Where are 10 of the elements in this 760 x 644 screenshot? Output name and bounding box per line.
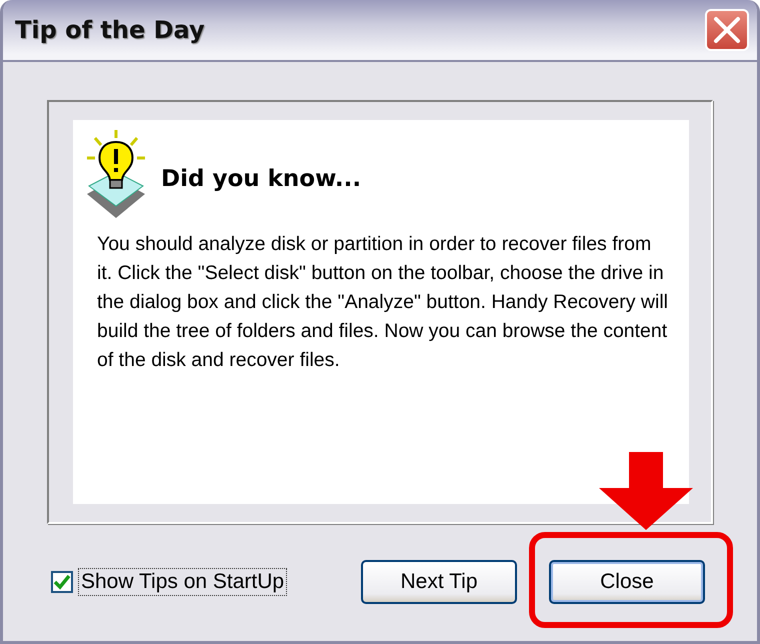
checkmark-icon xyxy=(53,574,71,590)
close-button[interactable] xyxy=(705,9,749,51)
tip-text: You should analyze disk or partition in order to recover files from it. Click the "Select disk" button on the toolbar, choose the drive in the dialog box and click the "Analyze" button. Handy Recovery will build the tree of folders and files. Now you can browse the content of the disk and recover files. xyxy=(97,232,669,373)
close-icon xyxy=(712,15,742,45)
tip-heading: Did you know... xyxy=(161,166,362,192)
down-arrow-icon xyxy=(599,452,693,530)
checkbox[interactable] xyxy=(51,571,73,593)
dialog-button[interactable]: Close xyxy=(549,560,705,604)
dialog-button[interactable]: Next Tip xyxy=(361,560,517,604)
window-title: Tip of the Day xyxy=(15,16,205,44)
